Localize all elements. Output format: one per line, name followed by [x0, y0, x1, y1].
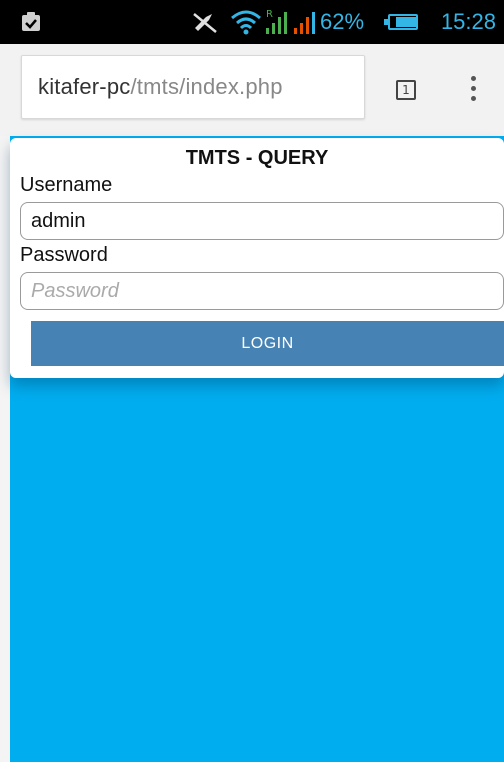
page-edge [0, 136, 10, 762]
login-card: TMTS - QUERY Username Password LOGIN [10, 138, 504, 378]
status-bar: R 62% 15:28 [0, 0, 504, 44]
battery-icon [384, 14, 418, 30]
svg-text:R: R [266, 9, 273, 20]
username-label: Username [20, 174, 113, 196]
login-button[interactable]: LOGIN [31, 321, 504, 366]
username-field[interactable] [20, 202, 504, 240]
address-bar[interactable]: kitafer-pc/tmts/index.php [21, 55, 365, 119]
clock: 15:28 [440, 9, 496, 34]
wifi-icon [231, 10, 261, 35]
clipboard-icon [22, 12, 40, 31]
tab-switcher-button[interactable]: 1 [396, 80, 416, 100]
url-path: /tmts/index.php [130, 74, 283, 99]
password-label: Password [20, 244, 108, 266]
overflow-menu-icon[interactable] [468, 76, 480, 104]
page-title: TMTS - QUERY [185, 147, 329, 169]
signal-icon: R [266, 9, 287, 34]
url-text: kitafer-pc/tmts/index.php [38, 74, 283, 100]
password-field[interactable] [20, 272, 504, 310]
mute-icon [193, 13, 217, 33]
signal-icon [294, 12, 315, 34]
browser-toolbar: kitafer-pc/tmts/index.php 1 [0, 44, 504, 136]
battery-percent: 62% [320, 9, 365, 34]
url-host: kitafer-pc [38, 74, 131, 99]
